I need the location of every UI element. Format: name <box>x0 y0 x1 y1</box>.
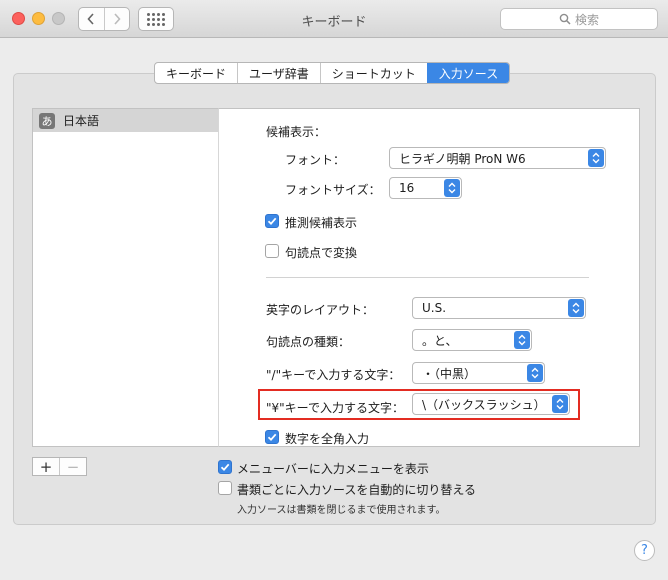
show-input-menu-label: メニューバーに入力メニューを表示 <box>237 462 429 476</box>
tab-input-sources[interactable]: 入力ソース <box>426 63 510 83</box>
fullwidth-digits-label: 数字を全角入力 <box>285 432 370 446</box>
candidates-heading: 候補表示： <box>266 125 327 139</box>
layout-popup[interactable]: U.S. <box>412 297 586 319</box>
section-divider <box>266 277 589 278</box>
punct-convert-checkbox[interactable] <box>265 244 279 258</box>
font-popup[interactable]: ヒラギノ明朝 ProN W6 <box>389 147 606 169</box>
font-size-label: フォントサイズ： <box>285 183 381 197</box>
tab-user-dictionary[interactable]: ユーザ辞書 <box>237 63 320 83</box>
font-size-value: 16 <box>399 181 415 195</box>
show-input-menu-checkbox[interactable] <box>218 460 232 474</box>
auto-switch-checkbox[interactable] <box>218 481 232 495</box>
search-field[interactable]: 検索 <box>500 8 658 30</box>
tab-shortcuts[interactable]: ショートカット <box>319 63 427 83</box>
highlight-box <box>258 389 580 420</box>
auto-switch-label: 書類ごとに入力ソースを自動的に切り替える <box>237 483 477 497</box>
font-size-popup[interactable]: 16 <box>389 177 462 199</box>
predictive-label: 推測候補表示 <box>285 216 358 230</box>
updown-arrows-icon <box>568 299 584 317</box>
slash-key-value: ・（中黒） <box>422 366 477 381</box>
tab-bar: キーボード ユーザ辞書 ショートカット 入力ソース <box>154 62 511 84</box>
remove-source-button[interactable]: − <box>59 458 86 476</box>
hiragana-icon: あ <box>39 112 55 129</box>
layout-label: 英字のレイアウト： <box>266 303 375 317</box>
tab-keyboard[interactable]: キーボード <box>155 63 237 83</box>
punct-type-popup[interactable]: 。と、 <box>412 329 532 351</box>
punct-type-value: 。と、 <box>422 333 458 348</box>
search-icon <box>559 13 571 25</box>
help-button[interactable]: ? <box>634 540 655 561</box>
search-placeholder: 検索 <box>574 12 599 27</box>
punct-convert-label: 句読点で変換 <box>285 246 358 260</box>
slash-key-popup[interactable]: ・（中黒） <box>412 362 545 384</box>
checkmark-icon <box>220 463 230 472</box>
list-item-japanese[interactable]: あ 日本語 <box>33 109 218 132</box>
add-remove-buttons: + − <box>32 457 87 476</box>
font-label: フォント： <box>285 153 346 167</box>
checkmark-icon <box>267 433 277 442</box>
updown-arrows-icon <box>444 179 460 197</box>
slash-key-label: "/"キーで入力する文字： <box>266 368 401 382</box>
predictive-checkbox[interactable] <box>265 214 279 228</box>
title-bar: キーボード 検索 <box>0 0 668 38</box>
layout-value: U.S. <box>422 301 447 315</box>
checkmark-icon <box>267 217 277 226</box>
updown-arrows-icon <box>514 331 530 349</box>
add-source-button[interactable]: + <box>33 458 59 476</box>
input-source-list: あ 日本語 <box>32 108 219 447</box>
font-value: ヒラギノ明朝 ProN W6 <box>399 151 526 166</box>
updown-arrows-icon <box>588 149 604 167</box>
updown-arrows-icon <box>527 364 543 382</box>
list-item-label: 日本語 <box>63 114 100 128</box>
auto-switch-note: 入力ソースは書類を閉じるまで使用されます。 <box>237 505 446 516</box>
punct-type-label: 句読点の種類： <box>266 335 351 349</box>
fullwidth-digits-checkbox[interactable] <box>265 430 279 444</box>
